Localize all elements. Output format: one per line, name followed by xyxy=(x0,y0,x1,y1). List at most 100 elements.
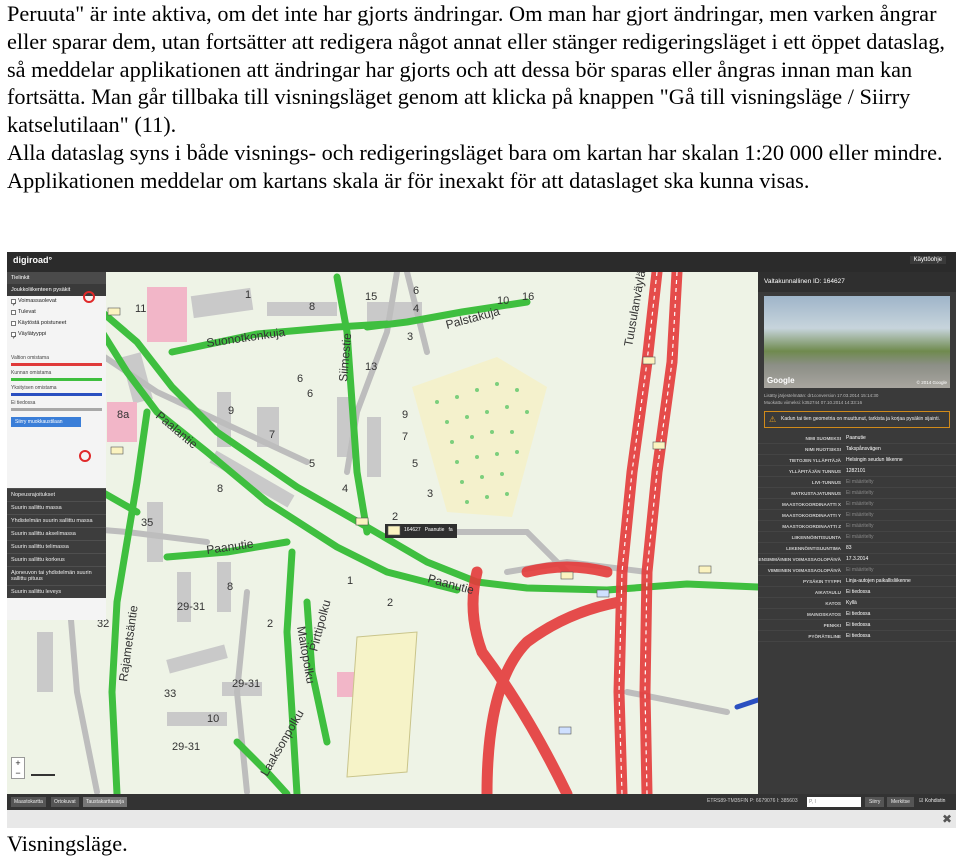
attribute-value: Paanutie xyxy=(846,435,866,441)
attribute-row: AIKATAULU Ei tiedossa xyxy=(758,587,956,598)
attribute-value: Helsingin seudun liikenne xyxy=(846,457,903,463)
attribute-row: YLLÄPITÄJÄN TUNNUS 1282101 xyxy=(758,466,956,477)
checkbox-label: Voimassaolevat xyxy=(18,298,57,304)
attribute-value: Linja-autojen paikallisliikenne xyxy=(846,578,911,584)
layer-menu-item[interactable]: Suurin sallittu akselimassa xyxy=(7,527,106,540)
tab-orthophotos[interactable]: Ortokuvat xyxy=(51,797,79,807)
map-canvas: Suonotkonkuja Paalantie Paanutie Palstak… xyxy=(7,272,758,794)
zoom-out-icon[interactable]: − xyxy=(12,768,24,778)
attribute-row: LIVI-TUNNUS Ei määritelty xyxy=(758,477,956,488)
attribute-value: 17.3.2014 xyxy=(846,556,869,562)
checkbox-row[interactable]: ✓ Väylätyyppi xyxy=(7,329,106,341)
bottom-toolbar: Maastokartta Ortokuvat Taustakarttasarja… xyxy=(7,794,956,810)
svg-text:13: 13 xyxy=(365,361,377,373)
svg-text:Tuusulanväylä: Tuusulanväylä xyxy=(621,272,648,348)
svg-text:1: 1 xyxy=(245,289,251,301)
layer-header[interactable]: Tielinkit xyxy=(7,272,106,284)
svg-text:6: 6 xyxy=(413,285,419,297)
layer-menu-item[interactable]: Suurin sallittu leveys xyxy=(7,585,106,598)
mark-button[interactable]: Merkitse xyxy=(887,797,914,807)
svg-text:7: 7 xyxy=(269,429,275,441)
layer-menu-item[interactable]: Nopeusrajoitukset xyxy=(7,488,106,501)
attribute-row: KATOS Kyllä xyxy=(758,598,956,609)
attribute-key: PYSÄKIN TYYPPI xyxy=(802,578,841,584)
layer-menu-item[interactable]: Ajoneuvon tai yhdistelmän suurin sallitt… xyxy=(7,566,106,585)
attribute-row: TIETOJEN YLLÄPITÄJÄ Helsingin seudun liik… xyxy=(758,455,956,466)
tab-background-map[interactable]: Taustakarttasarja xyxy=(83,797,128,807)
paragraph-2: Alla dataslag syns i både visnings- och … xyxy=(7,139,943,193)
go-button[interactable]: Siirry xyxy=(865,797,885,807)
center-checkbox[interactable]: ☑ Kohdistin xyxy=(919,798,945,804)
street-view-photo[interactable]: Google © 2014 Google xyxy=(764,296,950,388)
attribute-value: Ei määritelty xyxy=(846,523,874,529)
attribute-value: Takspånsvägen xyxy=(846,446,881,452)
attribute-value: Ei tiedossa xyxy=(846,611,871,617)
checkbox-icon[interactable] xyxy=(11,310,16,315)
attribute-row: PENKKI Ei tiedossa xyxy=(758,620,956,631)
coordinate-search-input[interactable]: P, I xyxy=(807,797,861,807)
attribute-row: PYSÄKIN TYYPPI Linja-autojen paikallislii… xyxy=(758,576,956,587)
figure-caption: Visningsläge. xyxy=(7,831,128,856)
attribute-value: Kyllä xyxy=(846,600,857,606)
checkbox-label: Väylätyyppi xyxy=(18,331,47,337)
coordinate-readout: ETRS89-TM35FIN P: 6679076 I: 385603 xyxy=(707,798,798,804)
attribute-row: MAASTOKOORDINAATTI Y Ei määritelty xyxy=(758,510,956,521)
tab-terrain-map[interactable]: Maastokartta xyxy=(11,797,46,807)
svg-text:29-31: 29-31 xyxy=(172,741,200,753)
attribute-key: PYÖRÄTELINE xyxy=(808,633,841,639)
zoom-in-icon[interactable]: + xyxy=(12,758,24,768)
attribute-key: MATKUSTAJATUNNUS xyxy=(791,490,841,496)
layer-panel: Tielinkit Joukkoliikenteen pysäkit ✓ Voim… xyxy=(7,272,106,620)
legend-label: Yksityisen omistama xyxy=(11,385,57,391)
layer-menu-item[interactable]: Yhdistelmän suurin sallittu massa xyxy=(7,514,106,527)
zoom-control: + − xyxy=(11,757,25,779)
attribute-key: MAASTOKOORDINAATTI Z xyxy=(782,523,841,529)
svg-text:29-31: 29-31 xyxy=(177,601,205,613)
checkbox-icon[interactable]: ✓ xyxy=(11,299,17,308)
legend-swatch xyxy=(11,378,102,381)
annotation-circle xyxy=(79,450,91,462)
layer-menu-item[interactable]: Suurin sallittu korkeus xyxy=(7,553,106,566)
svg-text:9: 9 xyxy=(228,405,234,417)
meta-modified: Muokattu viimeksi: k352744 07.10.2014 14… xyxy=(764,400,863,405)
svg-text:4: 4 xyxy=(342,483,348,495)
attribute-key: PENKKI xyxy=(823,622,841,628)
attribute-value: Ei tiedossa xyxy=(846,633,871,639)
screenshot-figure: digiroad° Käyttöohje Suonotkonkuja Paala… xyxy=(7,252,956,828)
checkbox-row[interactable]: Käytöstä poistuneet xyxy=(7,318,106,329)
help-button[interactable]: Käyttöohje xyxy=(909,256,946,264)
checkbox-icon[interactable]: ✓ xyxy=(11,332,17,341)
close-icon[interactable]: ✖ xyxy=(942,812,952,826)
attribute-key: MAASTOKOORDINAATTI Y xyxy=(782,512,841,518)
attribute-value: Ei tiedossa xyxy=(846,622,871,628)
svg-text:7: 7 xyxy=(402,431,408,443)
attribute-value: Ei määritelty xyxy=(846,512,874,518)
checkbox-icon[interactable] xyxy=(11,321,16,326)
attribute-key: NIMI RUOTSIKSI xyxy=(805,446,841,452)
attribute-list: NIMI SUOMEKSI Paanutie NIMI RUOTSIKSI Taksp… xyxy=(758,433,956,642)
stop-tooltip[interactable]: 164627 Paanutie fa xyxy=(404,527,453,533)
layer-menu-item[interactable]: Suurin sallittu massa xyxy=(7,501,106,514)
feature-title: Valtakunnallinen ID: 164627 xyxy=(758,272,956,292)
legend-swatch xyxy=(11,393,102,396)
attribute-value: Ei määritelty xyxy=(846,534,874,540)
attribute-key: KATOS xyxy=(825,600,841,606)
attribute-key: YLLÄPITÄJÄN TUNNUS xyxy=(788,468,841,474)
legend-label: Ei tiedossa xyxy=(11,400,36,406)
svg-text:5: 5 xyxy=(309,458,315,470)
annotation-circle xyxy=(83,291,95,303)
svg-text:9: 9 xyxy=(402,409,408,421)
layer-menu-item[interactable]: Suurin sallittu telimassa xyxy=(7,540,106,553)
attribute-key: ENSIMMÄINEN VOIMASSAOLOPÄIVÄ xyxy=(758,556,841,562)
edit-mode-button[interactable]: Siirry muokkaustilaan xyxy=(11,417,81,427)
bottom-strip: ✖ xyxy=(7,810,956,828)
attribute-key: AIKATAULU xyxy=(814,589,841,595)
attribute-value: 83 xyxy=(846,545,852,551)
map-view[interactable]: Suonotkonkuja Paalantie Paanutie Palstak… xyxy=(7,272,758,794)
legend-swatch xyxy=(11,363,102,366)
checkbox-row[interactable]: Tulevat xyxy=(7,307,106,318)
document-text: Peruuta" är inte aktiva, om det inte har… xyxy=(7,0,957,195)
svg-text:8: 8 xyxy=(309,301,315,313)
warning-icon: ⚠ xyxy=(769,415,777,424)
svg-text:16: 16 xyxy=(522,291,534,303)
